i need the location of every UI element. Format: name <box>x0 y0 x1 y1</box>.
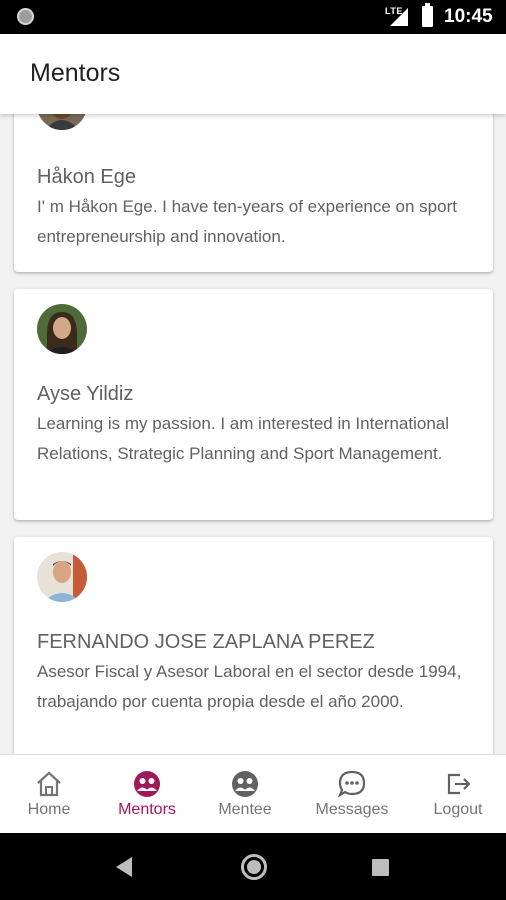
app-bar: Mentors <box>0 34 506 114</box>
nav-label: Logout <box>433 801 483 818</box>
nav-label: Messages <box>315 801 389 818</box>
mentor-bio: Learning is my passion. I am interested … <box>37 414 450 463</box>
mentor-bio: I' m Håkon Ege. I have ten-years of expe… <box>37 197 457 246</box>
nav-label: Mentee <box>218 801 272 818</box>
mentor-card[interactable]: Ayse Yildiz Learning is my passion. I am… <box>14 289 493 520</box>
avatar <box>37 552 87 602</box>
mentor-name: Håkon Ege <box>37 166 136 188</box>
system-navigation-bar <box>0 833 506 900</box>
nav-label: Home <box>27 801 71 818</box>
mentor-card[interactable]: Håkon Ege I' m Håkon Ege. I have ten-yea… <box>14 114 493 272</box>
mentor-name: FERNANDO JOSE ZAPLANA PEREZ <box>37 631 375 653</box>
network-type: LTE <box>385 6 403 16</box>
status-bar: LTE 10:45 <box>0 0 506 34</box>
mentor-bio: Asesor Fiscal y Asesor Laboral en el sec… <box>37 662 462 711</box>
avatar <box>37 114 87 130</box>
battery-icon <box>422 3 433 27</box>
nav-item-messages[interactable]: Messages <box>294 755 410 834</box>
nav-item-home[interactable]: Home <box>0 755 98 834</box>
mentor-card[interactable]: FERNANDO JOSE ZAPLANA PEREZ Asesor Fisca… <box>14 537 493 754</box>
page-title: Mentors <box>30 59 121 87</box>
notification-icon <box>17 8 34 25</box>
clock: 10:45 <box>444 6 493 27</box>
home-icon <box>37 771 61 797</box>
nav-item-mentors[interactable]: Mentors <box>98 755 196 834</box>
back-icon[interactable] <box>116 857 132 877</box>
mentor-name: Ayse Yildiz <box>37 383 134 405</box>
mentors-icon <box>134 771 160 797</box>
logout-icon <box>447 773 471 795</box>
home-button-icon[interactable] <box>241 854 267 880</box>
avatar <box>37 304 87 354</box>
recent-apps-icon[interactable] <box>372 859 389 876</box>
chat-icon <box>337 770 366 798</box>
mentee-icon <box>232 771 258 797</box>
nav-item-mentee[interactable]: Mentee <box>196 755 294 834</box>
nav-label: Mentors <box>118 801 176 818</box>
mentor-list[interactable]: Håkon Ege I' m Håkon Ege. I have ten-yea… <box>0 114 506 754</box>
bottom-navigation: Home Mentors Mentee Messages Logout <box>0 754 506 833</box>
nav-item-logout[interactable]: Logout <box>410 755 506 834</box>
